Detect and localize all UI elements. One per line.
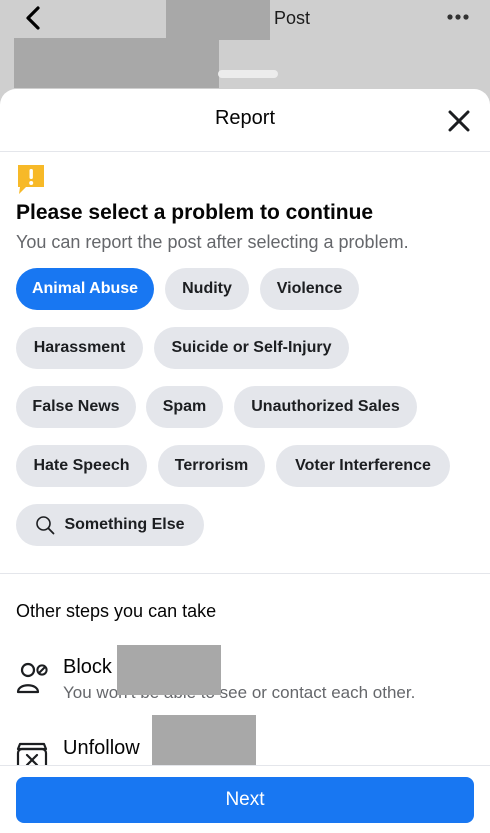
- problem-chip-nudity[interactable]: Nudity: [165, 268, 249, 310]
- block-user-icon[interactable]: [15, 661, 49, 695]
- problem-chip-animal-abuse[interactable]: Animal Abuse: [16, 268, 154, 310]
- problem-chip-terrorism[interactable]: Terrorism: [158, 445, 265, 487]
- problem-heading: Please select a problem to continue: [16, 201, 374, 224]
- close-icon[interactable]: [444, 106, 474, 136]
- problem-chip-unauthorized-sales[interactable]: Unauthorized Sales: [234, 386, 417, 428]
- problem-subheading: You can report the post after selecting …: [16, 232, 409, 252]
- unfollow-label[interactable]: Unfollow: [63, 737, 140, 760]
- post-title: Post: [274, 8, 311, 28]
- alert-icon: [18, 165, 44, 194]
- redacted-area: [152, 715, 256, 765]
- block-label[interactable]: Block: [63, 656, 112, 679]
- problem-chip-violence[interactable]: Violence: [260, 268, 359, 310]
- problem-chip-harassment[interactable]: Harassment: [16, 327, 143, 369]
- post-top-bar: Post: [0, 0, 490, 90]
- chevron-left-icon[interactable]: [20, 5, 46, 31]
- redacted-area: [166, 0, 270, 40]
- sheet-title: Report: [214, 107, 276, 129]
- problem-chip-something-else[interactable]: Something Else: [16, 504, 204, 546]
- something-else-label: Something Else: [64, 516, 185, 533]
- problem-chip-false-news[interactable]: False News: [16, 386, 136, 428]
- next-button[interactable]: Next: [16, 777, 474, 823]
- more-horizontal-icon[interactable]: [446, 13, 470, 21]
- redacted-area: [14, 38, 219, 88]
- redacted-area: [117, 645, 221, 695]
- sheet-footer: Next: [0, 765, 490, 833]
- other-steps-title: Other steps you can take: [16, 601, 217, 621]
- section-divider: [0, 573, 490, 574]
- block-description: You won't be able to see or contact each…: [63, 683, 416, 702]
- search-icon: [36, 516, 55, 535]
- problem-chip-voter-interference[interactable]: Voter Interference: [276, 445, 450, 487]
- problem-chip-suicide-self-injury[interactable]: Suicide or Self-Injury: [154, 327, 349, 369]
- problem-chip-spam[interactable]: Spam: [146, 386, 223, 428]
- problem-chip-hate-speech[interactable]: Hate Speech: [16, 445, 147, 487]
- sheet-drag-handle[interactable]: [218, 70, 278, 78]
- sheet-header: Report: [0, 89, 490, 152]
- report-sheet: Report Please select a problem to contin…: [0, 89, 490, 833]
